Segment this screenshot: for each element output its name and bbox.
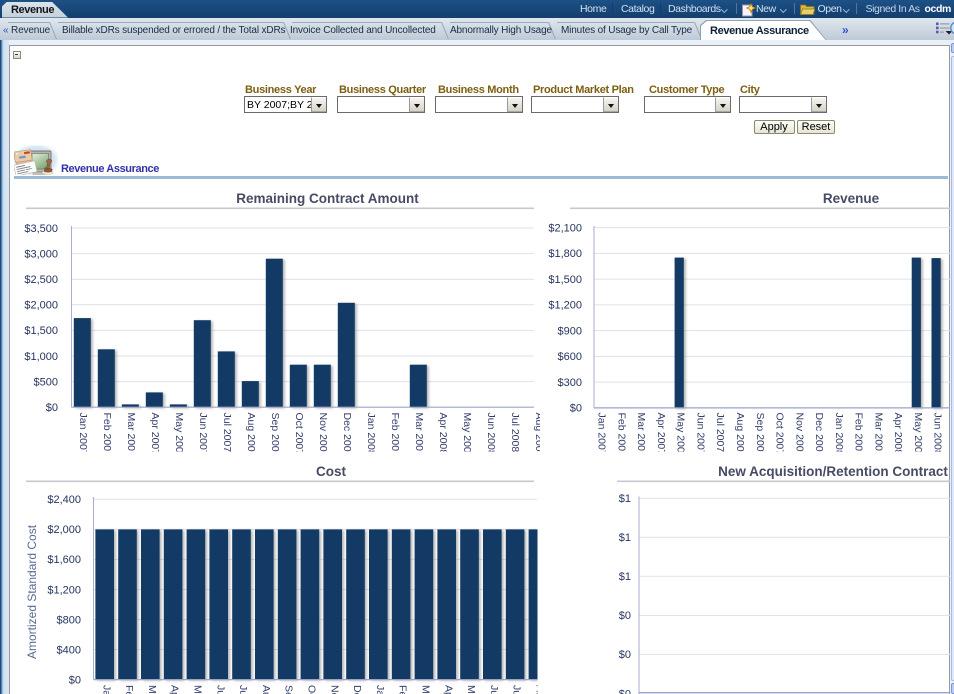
svg-text:Feb 2008: Feb 2008 <box>389 413 401 458</box>
svg-text:$1,000: $1,000 <box>24 351 58 363</box>
svg-text:Apr 2008: Apr 2008 <box>437 413 449 456</box>
svg-text:Nov 2007: Nov 2007 <box>793 413 805 458</box>
svg-text:Sep 2007: Sep 2007 <box>269 413 281 458</box>
svg-text:Aug 2007: Aug 2007 <box>734 413 746 458</box>
svg-text:Nov 2007: Nov 2007 <box>328 685 340 694</box>
svg-text:Aug 2008: Aug 2008 <box>534 685 546 694</box>
svg-text:Jun 2008: Jun 2008 <box>488 685 500 694</box>
svg-text:Amortized Standard Cost: Amortized Standard Cost <box>25 524 39 659</box>
svg-text:$1: $1 <box>619 571 631 583</box>
svg-text:Jan 2007: Jan 2007 <box>100 685 112 694</box>
svg-text:Apr 2008: Apr 2008 <box>892 413 904 456</box>
svg-text:$2,000: $2,000 <box>47 524 81 536</box>
svg-text:Aug 2007: Aug 2007 <box>245 413 257 458</box>
svg-text:$300: $300 <box>558 377 582 389</box>
svg-text:Jul 2007: Jul 2007 <box>714 413 726 453</box>
svg-text:$1: $1 <box>619 493 631 505</box>
svg-text:$3,500: $3,500 <box>24 223 58 235</box>
svg-text:Dec 2007: Dec 2007 <box>341 413 353 458</box>
svg-text:Mar 2007: Mar 2007 <box>125 413 137 458</box>
svg-text:Jan 2007: Jan 2007 <box>596 413 608 456</box>
svg-text:$2,500: $2,500 <box>24 274 58 286</box>
svg-text:Apr 2007: Apr 2007 <box>655 413 667 456</box>
svg-text:May 2008: May 2008 <box>465 685 477 694</box>
svg-text:$1,200: $1,200 <box>47 584 81 596</box>
svg-text:Feb 2008: Feb 2008 <box>397 685 409 694</box>
svg-text:Aug 2007: Aug 2007 <box>260 685 272 694</box>
svg-text:$0: $0 <box>619 610 631 622</box>
svg-text:$0: $0 <box>619 649 631 661</box>
svg-text:Jan 2008: Jan 2008 <box>365 413 377 456</box>
svg-text:Feb 2007: Feb 2007 <box>101 413 113 458</box>
svg-text:Oct 2007: Oct 2007 <box>293 413 305 456</box>
svg-text:$800: $800 <box>57 614 81 626</box>
svg-text:$900: $900 <box>558 325 582 337</box>
svg-text:Cost: Cost <box>316 464 347 479</box>
svg-text:May 2007: May 2007 <box>192 685 204 694</box>
svg-text:$2,400: $2,400 <box>47 494 81 506</box>
svg-text:Jan 2008: Jan 2008 <box>374 685 386 694</box>
svg-text:$0: $0 <box>570 403 582 415</box>
svg-text:$1,500: $1,500 <box>548 274 582 286</box>
svg-text:$1,500: $1,500 <box>24 325 58 337</box>
svg-text:Jun 2008: Jun 2008 <box>932 413 944 456</box>
svg-text:Oct 2007: Oct 2007 <box>774 413 786 456</box>
svg-text:$0: $0 <box>619 688 631 694</box>
svg-text:Sep 2007: Sep 2007 <box>283 685 295 694</box>
svg-text:Feb 2007: Feb 2007 <box>615 413 627 458</box>
svg-text:$0: $0 <box>69 674 81 686</box>
svg-text:$3,000: $3,000 <box>24 248 58 260</box>
svg-text:$1,800: $1,800 <box>548 248 582 260</box>
svg-text:Apr 2007: Apr 2007 <box>169 685 181 694</box>
svg-text:Sep 2007: Sep 2007 <box>754 413 766 458</box>
svg-text:New Acquisition/Retention Cont: New Acquisition/Retention Contract <box>718 464 948 479</box>
svg-text:Oct 2007: Oct 2007 <box>306 685 318 694</box>
svg-text:Jun 2007: Jun 2007 <box>197 413 209 456</box>
svg-text:Jul 2008: Jul 2008 <box>511 685 523 694</box>
svg-text:Aug 2008: Aug 2008 <box>533 413 545 458</box>
svg-text:Jul 2008: Jul 2008 <box>509 413 521 453</box>
svg-text:May 2007: May 2007 <box>173 413 185 459</box>
svg-text:$500: $500 <box>34 376 58 388</box>
svg-text:$0: $0 <box>46 402 58 414</box>
svg-text:Mar 2008: Mar 2008 <box>413 413 425 458</box>
svg-text:Mar 2008: Mar 2008 <box>872 413 884 458</box>
svg-text:Jan 2008: Jan 2008 <box>833 413 845 456</box>
svg-text:Jun 2008: Jun 2008 <box>485 413 497 456</box>
svg-text:$2,000: $2,000 <box>24 300 58 312</box>
svg-text:Mar 2007: Mar 2007 <box>635 413 647 458</box>
svg-text:Jun 2007: Jun 2007 <box>214 685 226 694</box>
svg-text:Nov 2007: Nov 2007 <box>317 413 329 458</box>
svg-text:Mar 2007: Mar 2007 <box>146 685 158 694</box>
svg-text:$400: $400 <box>57 644 81 656</box>
svg-text:$1,600: $1,600 <box>47 554 81 566</box>
svg-text:Dec 2007: Dec 2007 <box>351 685 363 694</box>
svg-text:Revenue: Revenue <box>823 191 880 206</box>
svg-text:$600: $600 <box>558 351 582 363</box>
svg-text:Mar 2008: Mar 2008 <box>420 685 432 694</box>
svg-text:Dec 2007: Dec 2007 <box>813 413 825 458</box>
svg-text:Apr 2007: Apr 2007 <box>149 413 161 456</box>
svg-text:$1,200: $1,200 <box>548 300 582 312</box>
svg-text:May 2007: May 2007 <box>675 413 687 459</box>
svg-text:May 2008: May 2008 <box>461 413 473 459</box>
svg-text:$1: $1 <box>619 532 631 544</box>
svg-text:$2,100: $2,100 <box>548 222 582 234</box>
svg-text:Remaining Contract Amount: Remaining Contract Amount <box>236 191 419 206</box>
svg-text:Jul 2007: Jul 2007 <box>237 685 249 694</box>
svg-text:Jan 2007: Jan 2007 <box>77 413 89 456</box>
svg-text:Apr 2008: Apr 2008 <box>442 685 454 694</box>
svg-text:May 2008: May 2008 <box>912 413 924 459</box>
svg-text:Feb 2007: Feb 2007 <box>123 685 135 694</box>
svg-text:Jun 2007: Jun 2007 <box>695 413 707 456</box>
svg-text:Jul 2007: Jul 2007 <box>221 413 233 453</box>
svg-text:Feb 2008: Feb 2008 <box>853 413 865 458</box>
